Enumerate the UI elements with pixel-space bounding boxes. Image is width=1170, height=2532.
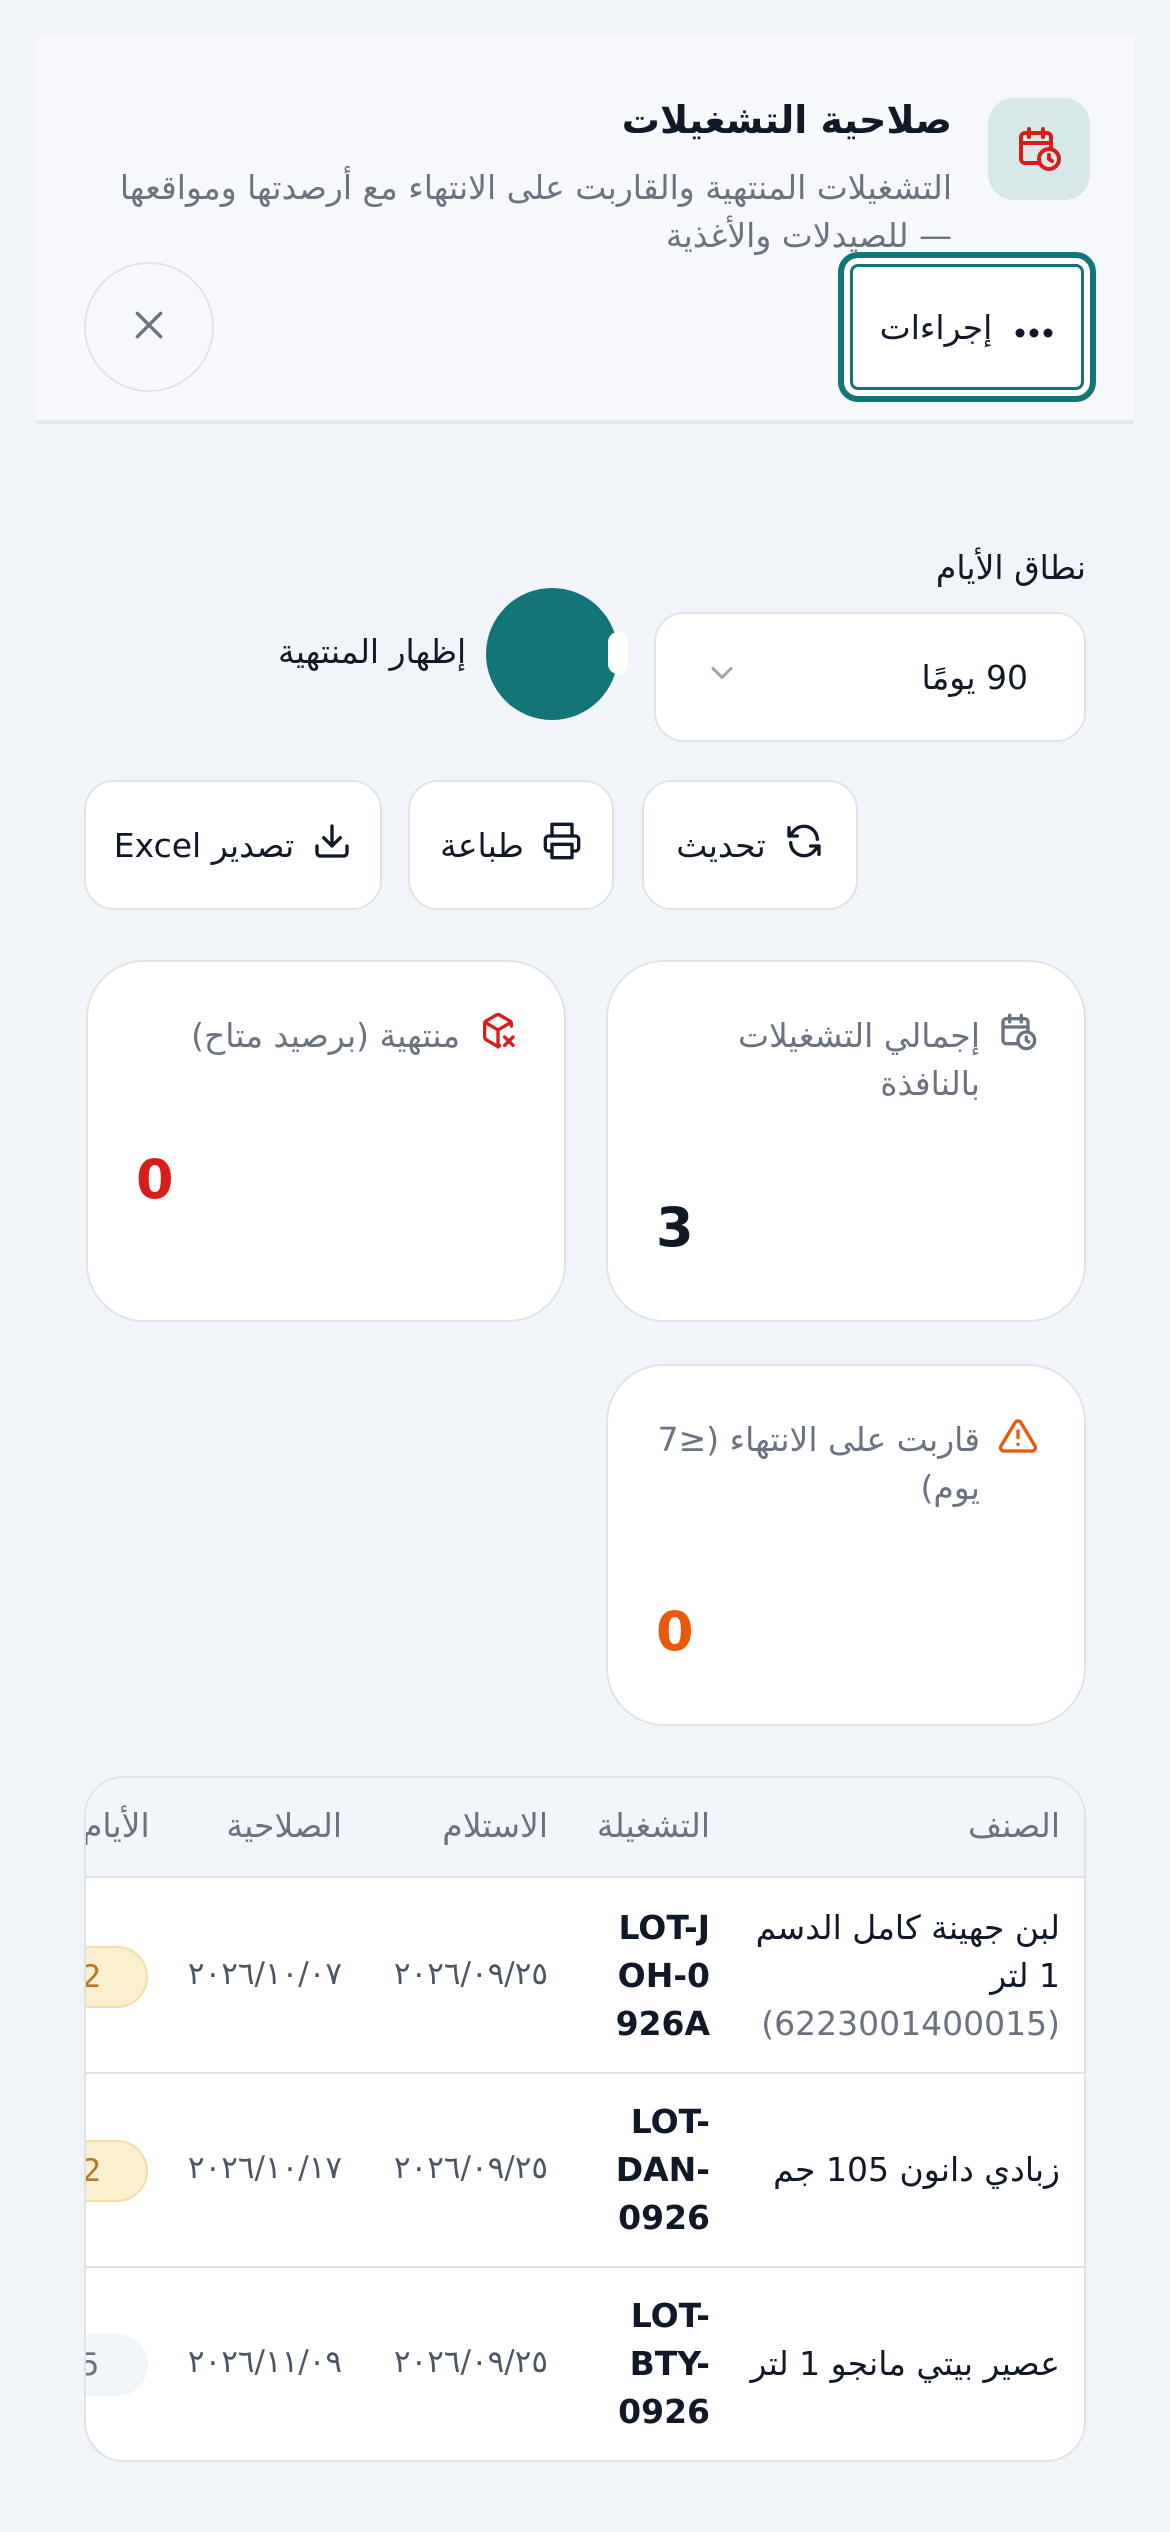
- stat-card-total: إجمالي التشغيلات بالنافذة 3: [606, 960, 1086, 1322]
- col-item: الصنف: [968, 1806, 1060, 1845]
- box-x-icon: [478, 1012, 518, 1056]
- download-icon: [312, 821, 352, 869]
- close-button[interactable]: [84, 262, 214, 392]
- stat-label: إجمالي التشغيلات بالنافذة: [737, 1016, 980, 1103]
- col-days: الأيام: [84, 1806, 150, 1845]
- show-expired-toggle[interactable]: [486, 588, 618, 720]
- actions-button[interactable]: إجراءات: [838, 252, 1096, 402]
- calendar-clock-icon: [988, 98, 1090, 200]
- range-value: 90 يومًا: [921, 657, 1028, 697]
- table-row[interactable]: لبن جهينة كامل الدسم 1 لتر (622300140001…: [86, 1880, 1084, 2074]
- item-cell: لبن جهينة كامل الدسم 1 لتر (622300140001…: [742, 1904, 1060, 2048]
- item-name: لبن جهينة كامل الدسم 1 لتر: [755, 1908, 1060, 1995]
- actions-label: إجراءات: [879, 307, 993, 347]
- days-badge: 45: [86, 2334, 148, 2396]
- col-lot: التشغيلة: [596, 1806, 710, 1845]
- stat-label: منتهية (برصيد متاح): [191, 1016, 460, 1055]
- stat-card-near-expiry: قاربت على الانتهاء (≤7 يوم) 0: [606, 1364, 1086, 1726]
- lot-cell: LOT-JOH-0926A: [615, 1908, 710, 2043]
- range-label: نطاق الأيام: [935, 548, 1086, 587]
- stat-label: قاربت على الانتهاء (≤7 يوم): [657, 1420, 980, 1507]
- range-select[interactable]: 90 يومًا: [654, 612, 1086, 742]
- print-button[interactable]: طباعة: [408, 780, 614, 910]
- export-label: تصدير Excel: [113, 825, 295, 865]
- refresh-label: تحديث: [676, 825, 766, 865]
- received-cell: ٢٠٢٦/٠٩/٢٥: [393, 2344, 548, 2380]
- days-badge: 22: [86, 2140, 148, 2202]
- col-expiry: الصلاحية: [226, 1806, 342, 1845]
- received-cell: ٢٠٢٦/٠٩/٢٥: [393, 1956, 548, 1992]
- show-expired-label: إظهار المنتهية: [278, 632, 467, 671]
- chevron-down-icon: [704, 655, 740, 699]
- printer-icon: [542, 821, 582, 869]
- col-received: الاستلام: [442, 1806, 548, 1845]
- item-name: عصير بيتي مانجو 1 لتر: [750, 2344, 1060, 2383]
- lots-table[interactable]: الصنف التشغيلة الاستلام الصلاحية الأيام …: [84, 1776, 1086, 2462]
- refresh-button[interactable]: تحديث: [642, 780, 858, 910]
- stat-value: 3: [656, 1196, 694, 1259]
- page-subtitle: التشغيلات المنتهية والقاربت على الانتهاء…: [119, 168, 952, 255]
- lot-cell: LOT-DAN-0926: [615, 2102, 710, 2237]
- table-header: الصنف التشغيلة الاستلام الصلاحية الأيام: [86, 1778, 1084, 1878]
- table-row[interactable]: عصير بيتي مانجو 1 لتر LOT-BTY-0926 ٢٠٢٦/…: [86, 2268, 1084, 2460]
- stat-value: 0: [136, 1148, 174, 1211]
- received-cell: ٢٠٢٦/٠٩/٢٥: [393, 2150, 548, 2186]
- item-barcode: (6223001400015): [761, 2004, 1060, 2043]
- expiry-cell: ٢٠٢٦/١٠/٠٧: [187, 1956, 342, 1992]
- item-name: زبادي دانون 105 جم: [773, 2150, 1060, 2189]
- refresh-icon: [784, 821, 824, 869]
- stat-value: 0: [656, 1600, 694, 1663]
- expiry-cell: ٢٠٢٦/١٠/١٧: [187, 2150, 342, 2186]
- close-icon: [129, 305, 169, 349]
- export-excel-button[interactable]: تصدير Excel: [84, 780, 382, 910]
- page-title: صلاحية التشغيلات: [621, 98, 952, 142]
- calendar-clock-icon: [998, 1012, 1038, 1056]
- item-cell: زبادي دانون 105 جم: [742, 2146, 1060, 2194]
- item-cell: عصير بيتي مانجو 1 لتر: [742, 2340, 1060, 2388]
- print-label: طباعة: [440, 825, 524, 865]
- more-dots-icon: [1014, 308, 1054, 347]
- table-row[interactable]: زبادي دانون 105 جم LOT-DAN-0926 ٢٠٢٦/٠٩/…: [86, 2074, 1084, 2268]
- days-badge: 12: [86, 1946, 148, 2008]
- expiry-cell: ٢٠٢٦/١١/٠٩: [187, 2344, 342, 2380]
- warning-icon: [998, 1416, 1038, 1460]
- toggle-track-edge: [608, 632, 628, 674]
- lot-cell: LOT-BTY-0926: [618, 2296, 710, 2431]
- stat-card-expired: منتهية (برصيد متاح) 0: [86, 960, 566, 1322]
- page-header: صلاحية التشغيلات التشغيلات المنتهية والق…: [36, 36, 1134, 424]
